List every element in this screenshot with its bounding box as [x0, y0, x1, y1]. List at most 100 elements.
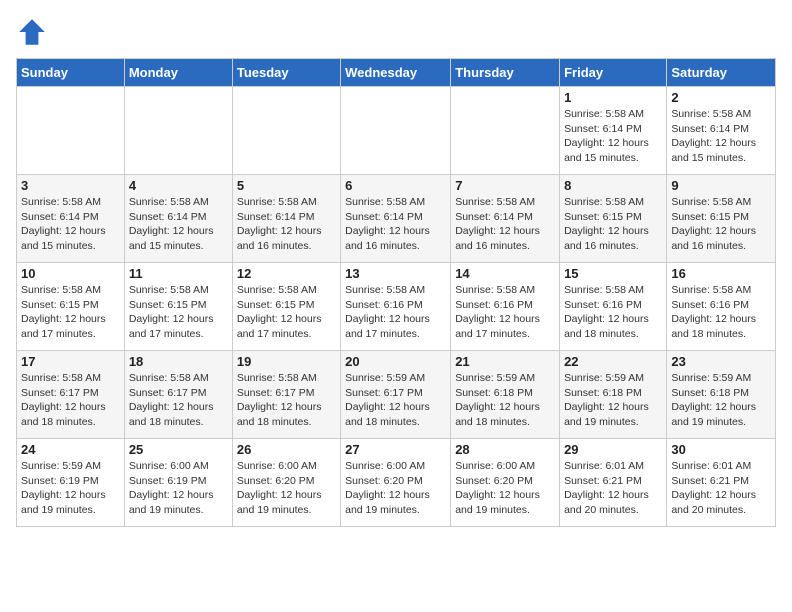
calendar-cell: 24 Sunrise: 5:59 AM Sunset: 6:19 PM Dayli…	[17, 439, 125, 527]
day-info: Sunrise: 5:58 AM Sunset: 6:14 PM Dayligh…	[671, 107, 771, 166]
day-info: Sunrise: 6:00 AM Sunset: 6:19 PM Dayligh…	[129, 459, 228, 518]
day-info: Sunrise: 6:00 AM Sunset: 6:20 PM Dayligh…	[345, 459, 446, 518]
weekday-wednesday: Wednesday	[341, 59, 451, 87]
day-info: Sunrise: 5:58 AM Sunset: 6:16 PM Dayligh…	[455, 283, 555, 342]
day-number: 18	[129, 354, 228, 369]
calendar-cell: 2Sunrise: 5:58 AM Sunset: 6:14 PM Daylig…	[667, 87, 776, 175]
calendar-cell: 18 Sunrise: 5:58 AM Sunset: 6:17 PM Dayli…	[124, 351, 232, 439]
calendar-cell: 3 Sunrise: 5:58 AM Sunset: 6:14 PM Daylig…	[17, 175, 125, 263]
day-number: 20	[345, 354, 446, 369]
calendar-cell: 14 Sunrise: 5:58 AM Sunset: 6:16 PM Dayli…	[451, 263, 560, 351]
day-info: Sunrise: 6:01 AM Sunset: 6:21 PM Dayligh…	[564, 459, 662, 518]
day-number: 16	[671, 266, 771, 281]
calendar-cell: 29 Sunrise: 6:01 AM Sunset: 6:21 PM Dayli…	[560, 439, 667, 527]
day-info: Sunrise: 5:58 AM Sunset: 6:14 PM Dayligh…	[455, 195, 555, 254]
day-info: Sunrise: 5:58 AM Sunset: 6:15 PM Dayligh…	[21, 283, 120, 342]
weekday-header-row: SundayMondayTuesdayWednesdayThursdayFrid…	[17, 59, 776, 87]
day-info: Sunrise: 5:59 AM Sunset: 6:19 PM Dayligh…	[21, 459, 120, 518]
day-number: 12	[237, 266, 336, 281]
day-number: 9	[671, 178, 771, 193]
calendar-cell	[232, 87, 340, 175]
day-info: Sunrise: 5:58 AM Sunset: 6:17 PM Dayligh…	[237, 371, 336, 430]
calendar-cell: 7 Sunrise: 5:58 AM Sunset: 6:14 PM Daylig…	[451, 175, 560, 263]
calendar-cell	[451, 87, 560, 175]
day-number: 25	[129, 442, 228, 457]
day-info: Sunrise: 6:01 AM Sunset: 6:21 PM Dayligh…	[671, 459, 771, 518]
day-info: Sunrise: 5:58 AM Sunset: 6:17 PM Dayligh…	[21, 371, 120, 430]
week-row-4: 24 Sunrise: 5:59 AM Sunset: 6:19 PM Dayli…	[17, 439, 776, 527]
calendar-cell	[17, 87, 125, 175]
day-number: 1	[564, 90, 662, 105]
day-info: Sunrise: 5:58 AM Sunset: 6:14 PM Dayligh…	[21, 195, 120, 254]
weekday-friday: Friday	[560, 59, 667, 87]
day-number: 28	[455, 442, 555, 457]
calendar-table: SundayMondayTuesdayWednesdayThursdayFrid…	[16, 58, 776, 527]
day-number: 8	[564, 178, 662, 193]
day-info: Sunrise: 6:00 AM Sunset: 6:20 PM Dayligh…	[237, 459, 336, 518]
calendar-cell: 17Sunrise: 5:58 AM Sunset: 6:17 PM Dayli…	[17, 351, 125, 439]
weekday-thursday: Thursday	[451, 59, 560, 87]
week-row-1: 3 Sunrise: 5:58 AM Sunset: 6:14 PM Daylig…	[17, 175, 776, 263]
day-number: 11	[129, 266, 228, 281]
day-info: Sunrise: 5:59 AM Sunset: 6:18 PM Dayligh…	[455, 371, 555, 430]
day-number: 29	[564, 442, 662, 457]
day-number: 10	[21, 266, 120, 281]
calendar-cell: 8Sunrise: 5:58 AM Sunset: 6:15 PM Daylig…	[560, 175, 667, 263]
weekday-monday: Monday	[124, 59, 232, 87]
week-row-2: 10 Sunrise: 5:58 AM Sunset: 6:15 PM Dayli…	[17, 263, 776, 351]
weekday-tuesday: Tuesday	[232, 59, 340, 87]
calendar-cell: 26 Sunrise: 6:00 AM Sunset: 6:20 PM Dayli…	[232, 439, 340, 527]
calendar-cell: 9 Sunrise: 5:58 AM Sunset: 6:15 PM Daylig…	[667, 175, 776, 263]
calendar-cell: 25 Sunrise: 6:00 AM Sunset: 6:19 PM Dayli…	[124, 439, 232, 527]
day-info: Sunrise: 5:58 AM Sunset: 6:15 PM Dayligh…	[671, 195, 771, 254]
day-info: Sunrise: 5:58 AM Sunset: 6:16 PM Dayligh…	[345, 283, 446, 342]
logo	[16, 16, 52, 48]
calendar-body: 1 Sunrise: 5:58 AM Sunset: 6:14 PM Daylig…	[17, 87, 776, 527]
day-number: 3	[21, 178, 120, 193]
calendar-cell: 23Sunrise: 5:59 AM Sunset: 6:18 PM Dayli…	[667, 351, 776, 439]
day-info: Sunrise: 5:59 AM Sunset: 6:17 PM Dayligh…	[345, 371, 446, 430]
page-header	[16, 16, 776, 48]
day-info: Sunrise: 5:59 AM Sunset: 6:18 PM Dayligh…	[564, 371, 662, 430]
day-number: 19	[237, 354, 336, 369]
day-info: Sunrise: 5:58 AM Sunset: 6:15 PM Dayligh…	[237, 283, 336, 342]
day-info: Sunrise: 5:58 AM Sunset: 6:16 PM Dayligh…	[564, 283, 662, 342]
calendar-header: SundayMondayTuesdayWednesdayThursdayFrid…	[17, 59, 776, 87]
day-number: 15	[564, 266, 662, 281]
day-number: 7	[455, 178, 555, 193]
calendar-cell: 11 Sunrise: 5:58 AM Sunset: 6:15 PM Dayli…	[124, 263, 232, 351]
day-number: 26	[237, 442, 336, 457]
calendar-cell: 22 Sunrise: 5:59 AM Sunset: 6:18 PM Dayli…	[560, 351, 667, 439]
day-number: 22	[564, 354, 662, 369]
day-number: 14	[455, 266, 555, 281]
day-number: 24	[21, 442, 120, 457]
calendar-cell	[124, 87, 232, 175]
day-number: 21	[455, 354, 555, 369]
calendar-cell: 19 Sunrise: 5:58 AM Sunset: 6:17 PM Dayli…	[232, 351, 340, 439]
day-info: Sunrise: 5:58 AM Sunset: 6:15 PM Dayligh…	[129, 283, 228, 342]
day-info: Sunrise: 5:58 AM Sunset: 6:17 PM Dayligh…	[129, 371, 228, 430]
calendar-cell: 15 Sunrise: 5:58 AM Sunset: 6:16 PM Dayli…	[560, 263, 667, 351]
day-info: Sunrise: 5:58 AM Sunset: 6:14 PM Dayligh…	[129, 195, 228, 254]
calendar-cell: 20 Sunrise: 5:59 AM Sunset: 6:17 PM Dayli…	[341, 351, 451, 439]
day-number: 4	[129, 178, 228, 193]
calendar-cell: 12 Sunrise: 5:58 AM Sunset: 6:15 PM Dayli…	[232, 263, 340, 351]
calendar-cell	[341, 87, 451, 175]
day-number: 13	[345, 266, 446, 281]
calendar-cell: 4 Sunrise: 5:58 AM Sunset: 6:14 PM Daylig…	[124, 175, 232, 263]
weekday-saturday: Saturday	[667, 59, 776, 87]
week-row-3: 17Sunrise: 5:58 AM Sunset: 6:17 PM Dayli…	[17, 351, 776, 439]
calendar-cell: 30Sunrise: 6:01 AM Sunset: 6:21 PM Dayli…	[667, 439, 776, 527]
calendar-cell: 16 Sunrise: 5:58 AM Sunset: 6:16 PM Dayli…	[667, 263, 776, 351]
calendar-cell: 10 Sunrise: 5:58 AM Sunset: 6:15 PM Dayli…	[17, 263, 125, 351]
weekday-sunday: Sunday	[17, 59, 125, 87]
day-info: Sunrise: 5:59 AM Sunset: 6:18 PM Dayligh…	[671, 371, 771, 430]
day-number: 6	[345, 178, 446, 193]
day-info: Sunrise: 6:00 AM Sunset: 6:20 PM Dayligh…	[455, 459, 555, 518]
week-row-0: 1 Sunrise: 5:58 AM Sunset: 6:14 PM Daylig…	[17, 87, 776, 175]
calendar-cell: 27Sunrise: 6:00 AM Sunset: 6:20 PM Dayli…	[341, 439, 451, 527]
logo-icon	[16, 16, 48, 48]
day-info: Sunrise: 5:58 AM Sunset: 6:16 PM Dayligh…	[671, 283, 771, 342]
day-info: Sunrise: 5:58 AM Sunset: 6:14 PM Dayligh…	[237, 195, 336, 254]
calendar-cell: 1Sunrise: 5:58 AM Sunset: 6:14 PM Daylig…	[560, 87, 667, 175]
